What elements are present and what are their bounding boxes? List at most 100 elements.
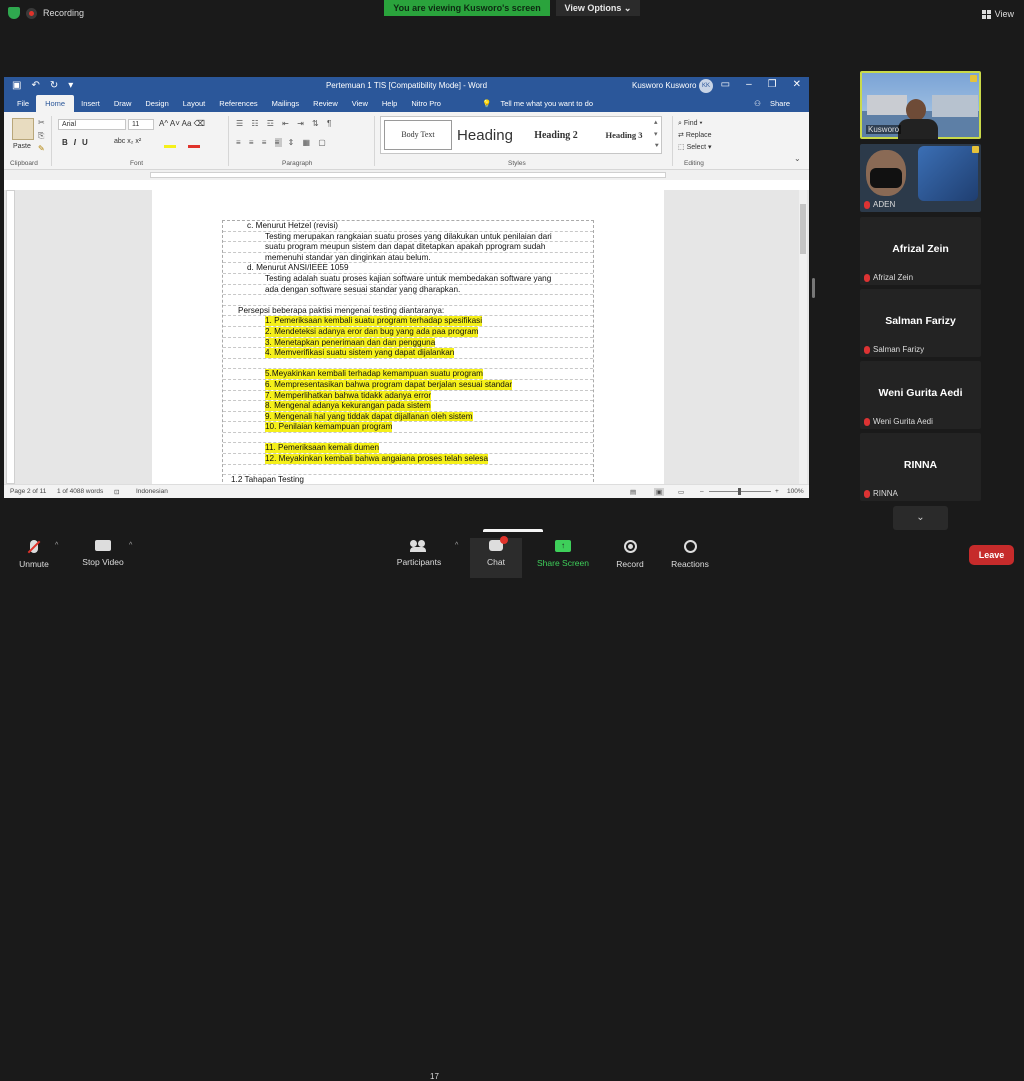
ribbon-display-icon[interactable]: ▭ (721, 79, 730, 90)
document-line[interactable] (223, 433, 593, 444)
record-button[interactable]: Record (610, 540, 650, 569)
tab-home[interactable]: Home (36, 95, 75, 112)
copy-icon[interactable]: ⎘ (38, 131, 44, 141)
document-line[interactable]: 1. Pemeriksaan kembali suatu program ter… (223, 316, 593, 327)
web-layout-icon[interactable]: ▭ (678, 488, 684, 496)
document-line[interactable]: c. Menurut Hetzel (revisi) (223, 221, 593, 232)
strike-sub-sup-icons[interactable]: abc x₂ x² (114, 138, 141, 145)
document-line[interactable]: 10. Penilaian kemampuan program (223, 422, 593, 433)
document-line[interactable]: 11. Pemeriksaan kemali dumen (223, 443, 593, 455)
scroll-thumb[interactable] (800, 204, 806, 254)
read-mode-icon[interactable]: ▤ (630, 488, 636, 496)
tab-draw[interactable]: Draw (107, 99, 139, 112)
view-options-button[interactable]: View Options ⌄ (556, 0, 640, 16)
document-line[interactable] (223, 295, 593, 306)
participant-tile-aden[interactable]: ADEN (860, 144, 981, 212)
tab-references[interactable]: References (212, 99, 264, 112)
document-line[interactable]: ada dengan software sesuai standar yang … (223, 285, 593, 296)
proofing-icon[interactable]: ⊡ (114, 488, 119, 496)
font-size-box[interactable]: 11 (128, 119, 154, 130)
style-body-text[interactable]: Body Text (384, 120, 452, 150)
document-line[interactable]: Testing adalah suatu proses kajian softw… (223, 274, 593, 285)
replace-button[interactable]: ⇄ Replace (678, 130, 712, 142)
document-line[interactable]: 7. Memperlihatkan bahwa tidakk adanya er… (223, 390, 593, 402)
tab-mailings[interactable]: Mailings (265, 99, 307, 112)
view-button[interactable]: View (981, 9, 1014, 19)
close-icon[interactable]: ✕ (793, 79, 801, 90)
document-line[interactable]: 3. Menetapkan penerimaan dan dan penggun… (223, 337, 593, 349)
pin-icon[interactable] (970, 75, 977, 82)
document-line[interactable]: d. Menurut ANSI/IEEE 1059 (223, 263, 593, 274)
tab-view[interactable]: View (345, 99, 375, 112)
font-name-box[interactable]: Arial (58, 119, 126, 130)
page-count[interactable]: Page 2 of 11 (10, 488, 46, 495)
document-line[interactable]: 5.Meyakinkan kembali terhadap kemampuan … (223, 369, 593, 380)
minimize-icon[interactable]: – (746, 79, 752, 90)
zoom-slider-thumb[interactable] (738, 488, 741, 495)
document-line[interactable]: 4. Memverifikasi suatu sistem yang dapat… (223, 348, 593, 359)
share-screen-button[interactable]: ↑ Share Screen (533, 540, 593, 568)
participant-tile-weni-gurita-aedi[interactable]: Weni Gurita Aedi Weni Gurita Aedi (860, 361, 981, 429)
vertical-scrollbar[interactable] (799, 190, 807, 484)
participant-tile-rinna[interactable]: RINNA RINNA (860, 433, 981, 501)
find-button[interactable]: ⌕ Find ▾ (678, 118, 712, 130)
participant-tile-afrizal-zein[interactable]: Afrizal Zein Afrizal Zein (860, 217, 981, 285)
align-buttons[interactable]: ≡ ≡ ≡ ≡ ⇕ ▦ ▢ (236, 138, 329, 147)
chat-button[interactable]: Chat (470, 536, 522, 578)
leave-button[interactable]: Leave (969, 545, 1014, 565)
more-participants-button[interactable]: ⌄ (893, 506, 948, 530)
tab-help[interactable]: Help (375, 99, 404, 112)
style-heading-3[interactable]: Heading 3 (594, 130, 654, 140)
document-page[interactable]: c. Menurut Hetzel (revisi) Testing merupa… (152, 190, 664, 484)
vertical-ruler[interactable] (6, 190, 15, 484)
share-button[interactable]: ⚇ Share (754, 99, 797, 108)
font-color-tools[interactable] (164, 137, 214, 148)
zoom-level[interactable]: 100% (787, 488, 804, 495)
style-heading-2[interactable]: Heading 2 (518, 130, 594, 141)
participants-options-caret[interactable]: ^ (455, 542, 458, 549)
paste-icon[interactable] (12, 118, 34, 140)
reactions-button[interactable]: Reactions (666, 540, 714, 569)
document-line[interactable]: 12. Meyakinkan kembali bahwa angaiana pr… (223, 454, 593, 465)
document-line[interactable]: 9. Mengenali hal yang tiddak dapat dijal… (223, 411, 593, 423)
document-line[interactable] (223, 465, 593, 476)
font-format-buttons[interactable]: BIU (62, 138, 94, 147)
zoom-in-icon[interactable]: + (775, 488, 779, 495)
cut-icon[interactable]: ✂ (38, 118, 45, 127)
style-heading[interactable]: Heading (452, 127, 518, 144)
participants-button[interactable]: Participants (393, 540, 445, 567)
document-table[interactable]: c. Menurut Hetzel (revisi) Testing merupa… (222, 220, 594, 484)
font-color-icon[interactable] (187, 145, 200, 148)
select-button[interactable]: ⬚ Select ▾ (678, 142, 712, 154)
print-layout-icon[interactable]: ▣ (654, 488, 665, 496)
collapse-ribbon-icon[interactable]: ⌄ (794, 154, 801, 163)
pin-icon[interactable] (972, 146, 979, 153)
avatar[interactable]: KK (699, 79, 713, 93)
document-line[interactable]: Testing merupakan rangkaian suatu proses… (223, 232, 593, 243)
paste-label[interactable]: Paste (13, 143, 31, 150)
recording-indicator[interactable]: Recording (8, 7, 84, 19)
language-label[interactable]: Indonesian (136, 488, 168, 495)
document-line[interactable]: suatu program meupun sistem dan dapat di… (223, 242, 593, 253)
account-name[interactable]: Kusworo Kusworo (632, 81, 696, 90)
document-line[interactable]: 6. Mempresentasikan bahwa program dapat … (223, 379, 593, 391)
document-line[interactable]: Persepsi beberapa paktisi mengenai testi… (223, 306, 593, 317)
participant-tile-kusworo[interactable]: Kusworo (860, 71, 981, 139)
tab-nitro-pro[interactable]: Nitro Pro (404, 99, 448, 112)
tell-me-search[interactable]: 💡 Tell me what you want to do (482, 99, 600, 108)
zoom-out-icon[interactable]: – (700, 488, 704, 495)
format-painter-icon[interactable]: ✎ (38, 144, 45, 153)
tab-review[interactable]: Review (306, 99, 345, 112)
tab-insert[interactable]: Insert (74, 99, 107, 112)
document-line[interactable]: memenuhi standar yan dinginkan atau belu… (223, 253, 593, 264)
list-buttons[interactable]: ☰ ☷ ☲ ⇤ ⇥ ⇅ ¶ (236, 119, 334, 128)
grow-font-icon[interactable]: A^ A˅ Aa ⌫ (159, 119, 205, 128)
document-line[interactable] (223, 359, 593, 370)
stop-video-button[interactable]: Stop Video (78, 540, 128, 567)
security-shield-icon[interactable] (8, 7, 20, 19)
document-line[interactable]: 2. Mendeteksi adanya eror dan bug yang a… (223, 326, 593, 338)
document-line[interactable]: 8. Mengenal adanya kekurangan pada siste… (223, 401, 593, 412)
styles-scroll-icon[interactable]: ▴ ▾ ⯆ (654, 117, 660, 153)
unmute-button[interactable]: Unmute (14, 540, 54, 569)
tab-design[interactable]: Design (138, 99, 175, 112)
